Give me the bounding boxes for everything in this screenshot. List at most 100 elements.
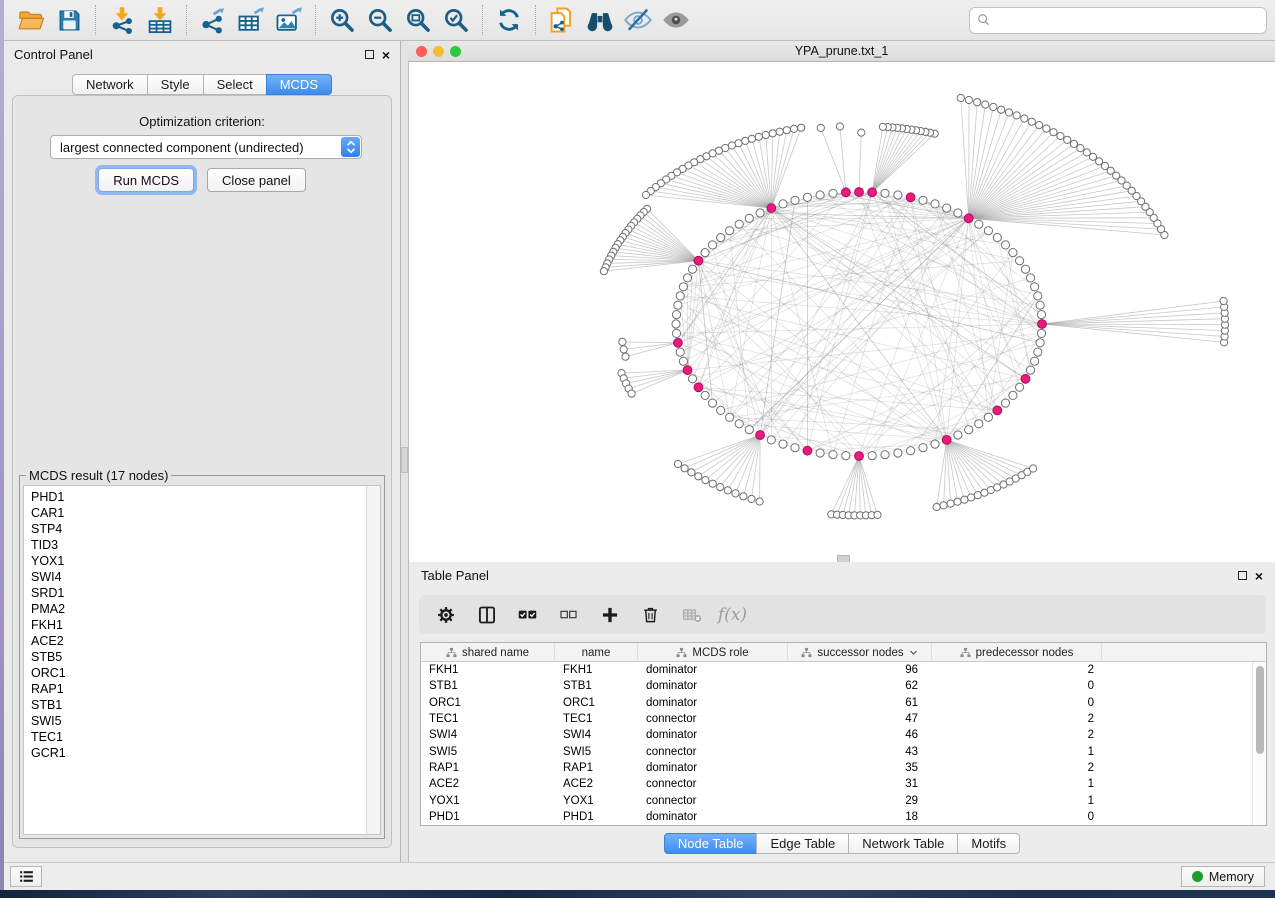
- table-cell: 46: [788, 729, 932, 741]
- import-network-button[interactable]: [103, 3, 141, 37]
- export-table-icon: [236, 5, 266, 35]
- result-item[interactable]: CAR1: [31, 505, 366, 521]
- table-cell: 1: [932, 778, 1102, 790]
- refresh-layout-button[interactable]: [490, 3, 528, 37]
- result-item[interactable]: SRD1: [31, 585, 366, 601]
- table-row[interactable]: ACE2ACE2connector311: [421, 776, 1252, 792]
- table-row[interactable]: RAP1RAP1dominator352: [421, 760, 1252, 776]
- delete-column-button[interactable]: [632, 599, 669, 631]
- show-columns-button[interactable]: [468, 599, 505, 631]
- result-item[interactable]: STB5: [31, 649, 366, 665]
- result-item[interactable]: PMA2: [31, 601, 366, 617]
- column-header-shared-name[interactable]: shared name: [421, 643, 555, 662]
- eye-slash-icon: [623, 5, 653, 35]
- tab-node-table[interactable]: Node Table: [664, 833, 758, 854]
- table-scrollbar-thumb[interactable]: [1256, 666, 1264, 754]
- toolbar-separator: [482, 5, 483, 35]
- plus-icon: [600, 605, 620, 625]
- result-item[interactable]: TEC1: [31, 729, 366, 745]
- select-all-button[interactable]: [509, 599, 546, 631]
- result-item[interactable]: ACE2: [31, 633, 366, 649]
- tab-network[interactable]: Network: [72, 74, 148, 95]
- horizontal-splitter-handle[interactable]: [837, 555, 850, 562]
- float-table-panel-icon[interactable]: [1238, 571, 1247, 580]
- search-input[interactable]: [996, 9, 1266, 31]
- clone-network-button[interactable]: [543, 3, 581, 37]
- table-cell: RAP1: [421, 762, 555, 774]
- table-row[interactable]: SWI4SWI4dominator462: [421, 727, 1252, 743]
- table-scrollbar[interactable]: [1252, 662, 1266, 825]
- network-graph[interactable]: [409, 62, 1275, 562]
- result-item[interactable]: FKH1: [31, 617, 366, 633]
- result-item[interactable]: SWI4: [31, 569, 366, 585]
- tab-style[interactable]: Style: [147, 74, 204, 95]
- memory-button[interactable]: Memory: [1181, 866, 1265, 887]
- zoom-in-button[interactable]: [323, 3, 361, 37]
- result-item[interactable]: TID3: [31, 537, 366, 553]
- add-column-button[interactable]: [591, 599, 628, 631]
- table-row[interactable]: STB1STB1dominator620: [421, 678, 1252, 694]
- show-all-button[interactable]: [657, 3, 695, 37]
- delete-table-button[interactable]: [673, 599, 710, 631]
- result-list-scrollbar[interactable]: [366, 486, 380, 834]
- delete-table-icon: [682, 605, 702, 625]
- result-item[interactable]: SWI5: [31, 713, 366, 729]
- result-item[interactable]: STB1: [31, 697, 366, 713]
- result-item[interactable]: STP4: [31, 521, 366, 537]
- search-box: [969, 7, 1267, 34]
- table-cell: 47: [788, 713, 932, 725]
- hide-selected-button[interactable]: [619, 3, 657, 37]
- column-header-predecessor-nodes[interactable]: predecessor nodes: [932, 643, 1102, 662]
- save-session-button[interactable]: [50, 3, 88, 37]
- control-tabs: NetworkStyleSelectMCDS: [4, 74, 400, 95]
- table-cell: 0: [932, 697, 1102, 709]
- table-toolbar: f(x): [419, 595, 1266, 634]
- table-cell: STB1: [555, 680, 638, 692]
- import-table-button[interactable]: [141, 3, 179, 37]
- result-item[interactable]: ORC1: [31, 665, 366, 681]
- zoom-out-button[interactable]: [361, 3, 399, 37]
- tab-edge-table[interactable]: Edge Table: [756, 833, 849, 854]
- table-row[interactable]: FKH1FKH1dominator962: [421, 662, 1252, 678]
- table-row[interactable]: PHD1PHD1dominator180: [421, 809, 1252, 825]
- export-table-button[interactable]: [232, 3, 270, 37]
- table-settings-button[interactable]: [427, 599, 464, 631]
- network-canvas[interactable]: [408, 62, 1275, 562]
- close-table-panel-icon[interactable]: ×: [1255, 571, 1263, 581]
- tab-select[interactable]: Select: [203, 74, 267, 95]
- vertical-splitter[interactable]: [401, 41, 408, 862]
- criterion-dropdown[interactable]: largest connected component (undirected): [50, 135, 362, 159]
- column-header-MCDS-role[interactable]: MCDS role: [638, 643, 788, 662]
- close-panel-icon[interactable]: ×: [382, 50, 390, 60]
- table-cell: dominator: [638, 811, 788, 823]
- table-cell: YOX1: [555, 795, 638, 807]
- table-row[interactable]: TEC1TEC1connector472: [421, 711, 1252, 727]
- tab-network-table[interactable]: Network Table: [848, 833, 958, 854]
- export-image-icon: [274, 5, 304, 35]
- export-image-button[interactable]: [270, 3, 308, 37]
- zoom-selected-button[interactable]: [437, 3, 475, 37]
- tab-motifs[interactable]: Motifs: [957, 833, 1020, 854]
- result-item[interactable]: GCR1: [31, 745, 366, 761]
- open-file-button[interactable]: [12, 3, 50, 37]
- table-row[interactable]: SWI5SWI5connector431: [421, 743, 1252, 759]
- task-history-button[interactable]: [10, 866, 42, 887]
- export-network-button[interactable]: [194, 3, 232, 37]
- column-header-successor-nodes[interactable]: successor nodes: [788, 643, 932, 662]
- result-item[interactable]: PHD1: [31, 489, 366, 505]
- column-header-name[interactable]: name: [555, 643, 638, 662]
- float-panel-icon[interactable]: [365, 50, 374, 59]
- tab-mcds[interactable]: MCDS: [266, 74, 332, 95]
- result-item[interactable]: YOX1: [31, 553, 366, 569]
- table-row[interactable]: YOX1YOX1connector291: [421, 792, 1252, 808]
- clear-selection-button[interactable]: [550, 599, 587, 631]
- table-cell: dominator: [638, 729, 788, 741]
- close-panel-button[interactable]: Close panel: [207, 168, 306, 192]
- function-builder-button[interactable]: f(x): [714, 599, 751, 631]
- zoom-fit-button[interactable]: [399, 3, 437, 37]
- first-neighbors-button[interactable]: [581, 3, 619, 37]
- table-row[interactable]: ORC1ORC1dominator610: [421, 695, 1252, 711]
- result-item[interactable]: RAP1: [31, 681, 366, 697]
- splitter-handle[interactable]: [401, 447, 408, 473]
- run-mcds-button[interactable]: Run MCDS: [98, 168, 194, 192]
